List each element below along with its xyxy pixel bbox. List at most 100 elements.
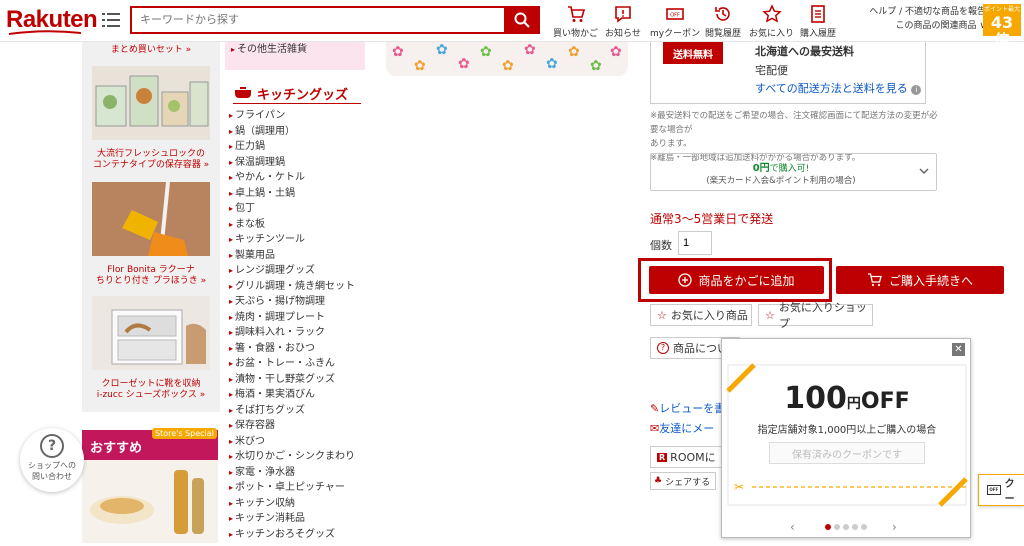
notice-icon [615, 6, 631, 23]
nav-purchase-history[interactable]: 購入履歴 [800, 4, 836, 39]
nav-notice-label: お知らせ [605, 29, 641, 39]
svg-text:✿: ✿ [524, 42, 536, 58]
coupon-side-tab-label: クー [1004, 479, 1015, 505]
svg-text:✿: ✿ [568, 44, 580, 60]
coupon-off: OFF [860, 389, 910, 414]
menu-icon[interactable] [102, 12, 120, 28]
category-item[interactable]: 水切りかご・シンクまわり [229, 449, 369, 465]
category-item-other[interactable]: その他生活雑貨 [231, 42, 307, 58]
shipping-link-label: すべての配送方法と送料を見る [755, 82, 908, 95]
star-icon: ☆ [765, 308, 775, 322]
category-item[interactable]: お盆・トレー・ふきん [229, 356, 369, 372]
coupon-saved-button[interactable]: 保有済みのクーポンです [769, 442, 925, 464]
svg-text:✿: ✿ [458, 56, 470, 72]
carousel-prev-icon[interactable]: ‹ [790, 520, 795, 534]
category-list: フライパン鍋（調理用）圧力鍋保温調理鍋やかん・ケトル卓上鍋・土鍋包丁まな板キッチ… [229, 108, 369, 543]
category-item[interactable]: 米びつ [229, 434, 369, 450]
category-heading-label: キッチングッズ [257, 88, 349, 103]
info-icon: i [911, 85, 922, 95]
category-item[interactable]: 調味料入れ・ラック [229, 325, 369, 341]
category-item[interactable]: そば打ちグッズ [229, 403, 369, 419]
share-button[interactable]: ♣ シェアする [650, 472, 716, 490]
favorite-item-button[interactable]: ☆ お気に入り商品 [650, 304, 752, 326]
pencil-icon: ✎ [650, 402, 660, 415]
add-to-cart-button[interactable]: 商品をかごに追加 [649, 266, 824, 294]
coupon-side-tab[interactable]: OFF クー [978, 474, 1024, 506]
category-item[interactable]: キッチンツール [229, 232, 369, 248]
nav-history[interactable]: 閲覧履歴 [705, 4, 741, 39]
set-link[interactable]: まとめ買いセット » [82, 44, 220, 56]
category-item[interactable]: 製菓用品 [229, 248, 369, 264]
search-button[interactable] [504, 6, 540, 34]
related-items-link[interactable]: この商品の関連商品 ∨ [838, 19, 986, 33]
carousel-dot[interactable] [861, 524, 867, 530]
shop-inquiry-bubble[interactable]: ? ショップへの 問い合わせ [20, 428, 84, 492]
inquiry-bubble-line2: 問い合わせ [32, 472, 72, 481]
friend-mail-link[interactable]: ✉友達にメー [650, 420, 714, 436]
category-item[interactable]: 箸・食器・おひつ [229, 341, 369, 357]
category-item[interactable]: グリル調理・焼き網セット [229, 279, 369, 295]
recommend-photo [82, 460, 218, 543]
category-item[interactable]: やかん・ケトル [229, 170, 369, 186]
category-item[interactable]: 保存容器 [229, 418, 369, 434]
coupon-condition: 指定店舗対象1,000円以上ご購入の場合 [757, 425, 937, 436]
category-item[interactable]: 梅酒・果実酒びん [229, 387, 369, 403]
carousel-dot[interactable] [843, 524, 849, 530]
nav-cart-label: 買い物かご [553, 29, 599, 39]
nav-history-label: 閲覧履歴 [705, 29, 742, 39]
category-item[interactable]: レンジ調理グッズ [229, 263, 369, 279]
nav-purchase-history-label: 購入履歴 [800, 29, 837, 39]
banner-caption-2b[interactable]: ちりとり付き プラほうき » [82, 275, 220, 287]
carousel-dot[interactable] [834, 524, 840, 530]
nav-notice[interactable]: お知らせ [605, 4, 641, 39]
nav-coupon[interactable]: OFF myクーポン [650, 4, 700, 39]
banner-caption-3b[interactable]: i-zucc シューズボックス » [82, 389, 220, 401]
search-input[interactable] [130, 6, 504, 34]
nav-favorites[interactable]: お気に入り [749, 4, 794, 39]
category-item[interactable]: 鍋（調理用） [229, 124, 369, 140]
close-icon[interactable]: ✕ [952, 343, 965, 356]
banner-image-containers[interactable] [92, 66, 210, 140]
shipping-link[interactable]: すべての配送方法と送料を見る i [755, 80, 922, 96]
quantity-input[interactable] [678, 231, 712, 255]
favorite-item-label: お気に入り商品 [670, 309, 748, 322]
card-offer-box[interactable]: 0円で購入可! (楽天カード入会&ポイント利用の場合) [650, 153, 937, 191]
points-badge[interactable]: ポイント最大 43倍 [983, 4, 1021, 50]
svg-text:✿: ✿ [502, 58, 514, 74]
star-icon [761, 4, 782, 23]
nav-cart[interactable]: 買い物かご [553, 4, 598, 39]
banner-image-shoebox[interactable] [92, 296, 210, 370]
category-item[interactable]: 卓上鍋・土鍋 [229, 186, 369, 202]
room-button[interactable]: R ROOMに [650, 446, 722, 468]
carousel-dot[interactable] [852, 524, 858, 530]
category-item[interactable]: 圧力鍋 [229, 139, 369, 155]
svg-text:✿: ✿ [480, 44, 492, 60]
category-item[interactable]: 家電・浄水器 [229, 465, 369, 481]
ship-time: 通常3〜5営業日で発送 [650, 212, 774, 226]
category-item[interactable]: キッチンおろそグッズ [229, 527, 369, 543]
category-item[interactable]: 漬物・干し野菜グッズ [229, 372, 369, 388]
recommend-image[interactable] [82, 460, 218, 543]
category-item[interactable]: 保温調理鍋 [229, 155, 369, 171]
friend-mail-label: 友達にメー [659, 422, 715, 435]
category-item[interactable]: ポット・卓上ピッチャー [229, 480, 369, 496]
review-link[interactable]: ✎レビューを書 [650, 400, 725, 416]
category-item[interactable]: キッチン消耗品 [229, 511, 369, 527]
svg-text:OFF: OFF [670, 13, 680, 19]
product-image[interactable]: ✿ ✿ ✿ ✿ ✿ ✿ ✿ ✿ ✿ ✿ ✿ [386, 42, 628, 76]
carousel-next-icon[interactable]: › [892, 520, 897, 534]
category-item[interactable]: フライパン [229, 108, 369, 124]
carousel-dot-active[interactable] [825, 524, 831, 530]
help-link[interactable]: ヘルプ / 不適切な商品を報告 [838, 5, 986, 19]
category-item[interactable]: まな板 [229, 217, 369, 233]
banner-caption-1b[interactable]: コンテナタイプの保存容器 » [82, 159, 220, 171]
checkout-button[interactable]: ご購入手続きへ [836, 266, 1004, 294]
category-item[interactable]: 包丁 [229, 201, 369, 217]
favorite-shop-button[interactable]: ☆ お気に入りショップ [758, 301, 873, 330]
category-item[interactable]: キッチン収納 [229, 496, 369, 512]
inquiry-bubble-line1: ショップへの [28, 461, 76, 470]
category-item[interactable]: 天ぷら・揚げ物調理 [229, 294, 369, 310]
search-icon [514, 12, 530, 28]
banner-image-broom[interactable] [92, 181, 210, 256]
category-item[interactable]: 焼肉・調理プレート [229, 310, 369, 326]
